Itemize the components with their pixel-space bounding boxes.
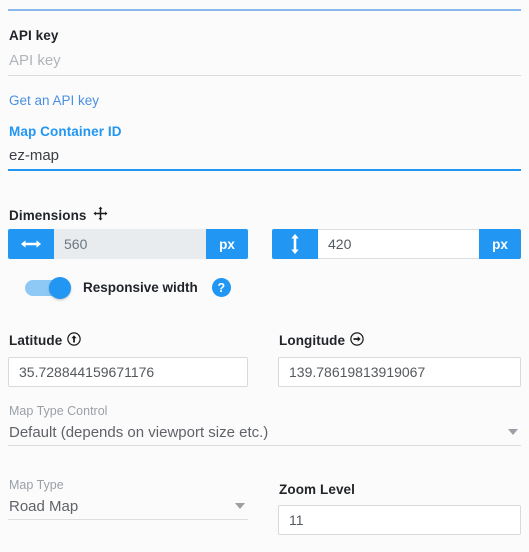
responsive-width-label: Responsive width: [83, 280, 198, 295]
width-input-group[interactable]: px: [8, 229, 248, 259]
map-container-id-label: Map Container ID: [9, 124, 122, 139]
arrow-right-circle-icon: [350, 332, 364, 349]
map-container-id-input[interactable]: [8, 145, 521, 171]
api-key-input[interactable]: [8, 50, 521, 76]
zoom-level-label: Zoom Level: [279, 482, 356, 497]
height-arrow-icon: [272, 229, 318, 259]
map-type-label: Map Type: [9, 478, 64, 492]
map-type-select[interactable]: Map Type Road Map: [8, 477, 248, 520]
chevron-down-icon[interactable]: [508, 429, 518, 435]
arrow-up-circle-icon: [67, 332, 82, 349]
top-focused-field-underline: [8, 9, 521, 11]
width-unit-label: px: [206, 229, 248, 259]
move-arrows-icon: [93, 206, 108, 224]
longitude-label: Longitude: [279, 333, 346, 348]
map-type-row[interactable]: Road Map: [8, 493, 248, 519]
responsive-width-row: Responsive width ?: [25, 276, 231, 299]
height-input-group[interactable]: px: [272, 229, 521, 259]
toggle-knob: [49, 276, 71, 299]
map-type-control-select[interactable]: Map Type Control Default (depends on vie…: [8, 403, 521, 446]
latitude-label-group: Latitude: [9, 332, 82, 349]
height-input[interactable]: [318, 229, 479, 259]
map-type-control-row[interactable]: Default (depends on viewport size etc.): [8, 419, 521, 445]
question-mark-icon[interactable]: ?: [211, 278, 231, 297]
chevron-down-icon[interactable]: [235, 503, 245, 509]
height-unit-label: px: [479, 229, 521, 259]
dimensions-label: Dimensions: [9, 207, 87, 223]
longitude-input[interactable]: [278, 357, 521, 387]
api-key-label: API key: [9, 28, 59, 43]
latitude-input[interactable]: [8, 357, 248, 387]
width-input[interactable]: [54, 229, 206, 259]
map-type-control-value: Default (depends on viewport size etc.): [9, 423, 269, 441]
get-an-api-key-link[interactable]: Get an API key: [9, 93, 99, 108]
responsive-width-toggle[interactable]: [25, 276, 71, 299]
dimensions-label-group: Dimensions: [9, 206, 108, 224]
latitude-label: Latitude: [9, 333, 63, 348]
width-arrow-icon: [8, 229, 54, 259]
zoom-level-input[interactable]: [278, 505, 521, 535]
map-type-control-label: Map Type Control: [9, 404, 108, 418]
longitude-label-group: Longitude: [279, 332, 364, 349]
map-settings-panel: API key Get an API key Map Container ID …: [0, 0, 529, 552]
map-type-value: Road Map: [9, 497, 79, 515]
